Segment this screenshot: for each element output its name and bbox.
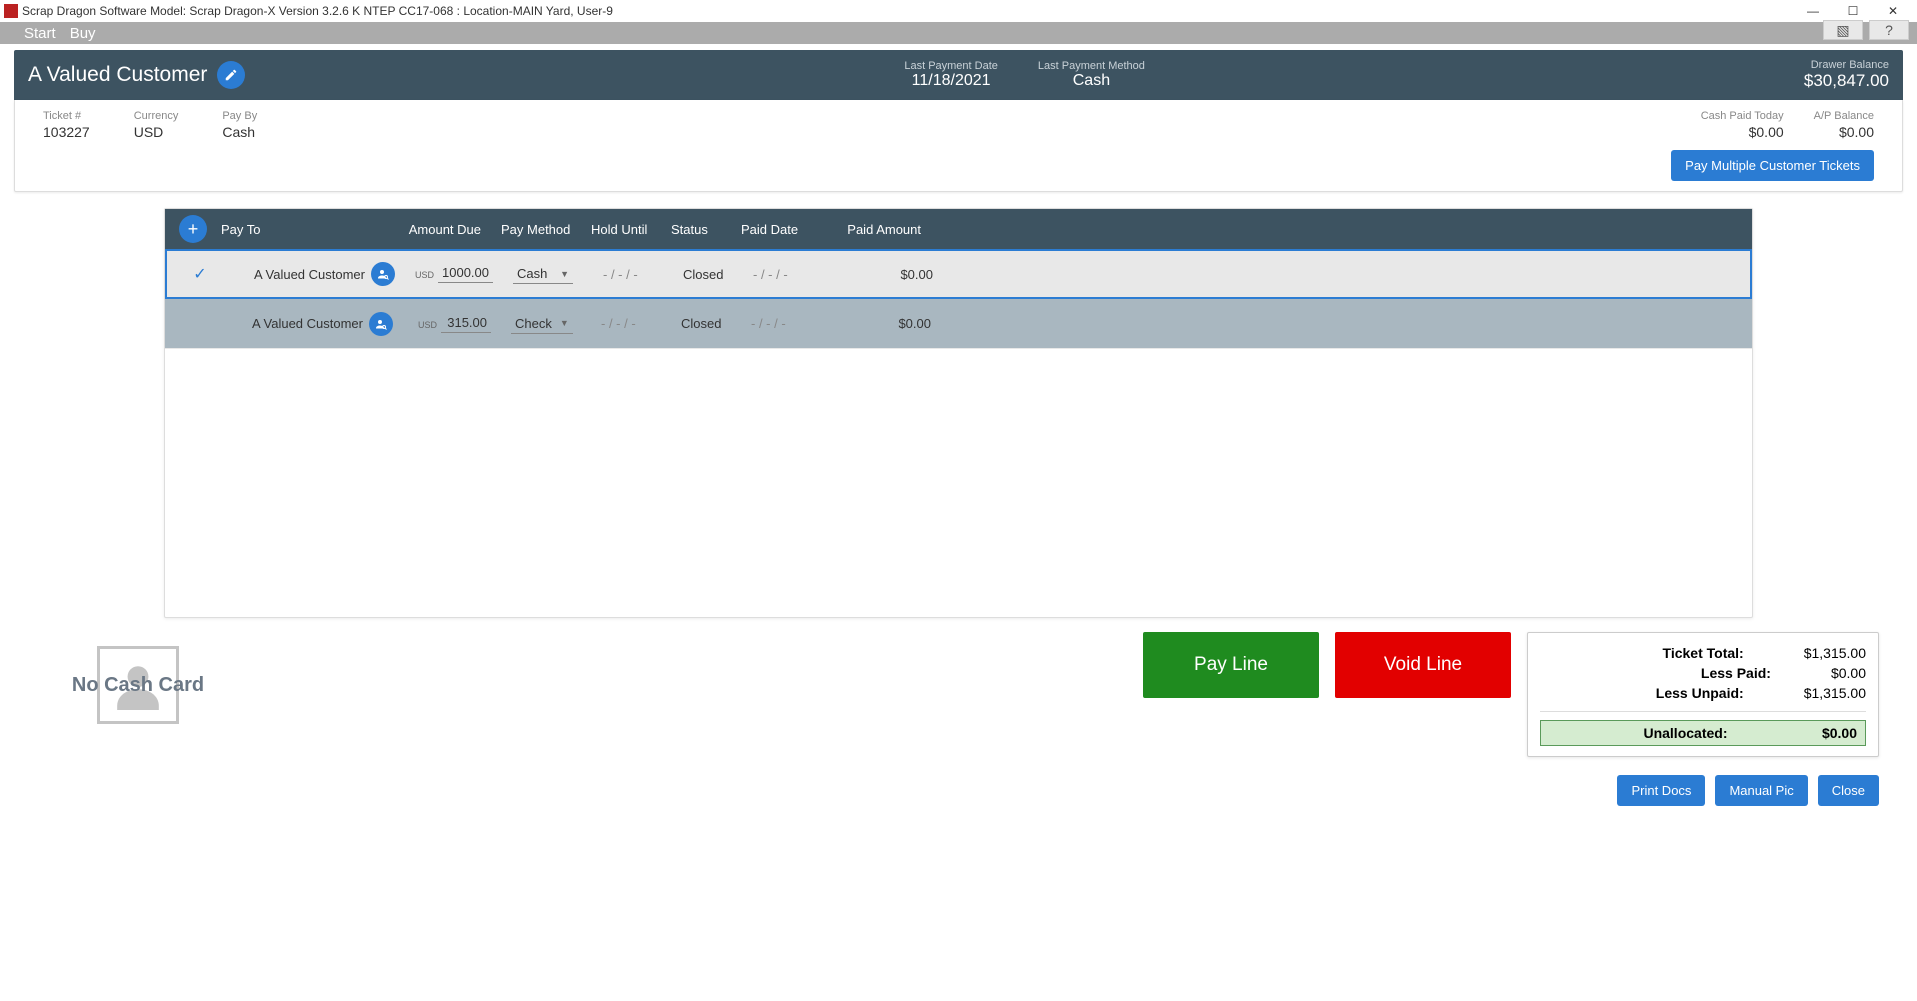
unallocated-label: Unallocated: — [1549, 725, 1822, 741]
ticket-total: $1,315.00 — [1804, 645, 1866, 661]
grid-row[interactable]: A Valued Customer USD 315.00 Check ▼ - /… — [165, 299, 1752, 349]
ticket-number: 103227 — [43, 124, 90, 140]
unallocated-value: $0.00 — [1822, 725, 1857, 741]
void-line-button[interactable]: Void Line — [1335, 632, 1511, 698]
add-row-button[interactable]: + — [179, 215, 207, 243]
less-paid-label: Less Paid: — [1540, 665, 1771, 681]
col-pdate: Paid Date — [741, 222, 821, 237]
help-button[interactable]: ? — [1869, 20, 1909, 40]
unallocated-row: Unallocated: $0.00 — [1540, 720, 1866, 746]
col-payto: Pay To — [221, 222, 391, 237]
maximize-button[interactable]: ☐ — [1833, 1, 1873, 21]
grid-row[interactable]: ✓ A Valued Customer USD 1000.00 Cash ▼ -… — [165, 249, 1752, 299]
no-cash-card: No Cash Card — [48, 646, 228, 726]
edit-customer-icon[interactable] — [217, 61, 245, 89]
lookup-customer-icon[interactable] — [369, 312, 393, 336]
chevron-down-icon: ▼ — [560, 269, 569, 279]
no-cash-card-label: No Cash Card — [48, 674, 228, 697]
title-bar: Scrap Dragon Software Model: Scrap Drago… — [0, 0, 1917, 22]
print-docs-button[interactable]: Print Docs — [1617, 775, 1705, 806]
row-method-select[interactable]: Check ▼ — [511, 314, 573, 334]
last-payment-date: 11/18/2021 — [904, 72, 998, 90]
grid-header: + Pay To Amount Due Pay Method Hold Unti… — [165, 209, 1752, 249]
row-method-select[interactable]: Cash ▼ — [513, 264, 573, 284]
row-paid-amount: $0.00 — [831, 316, 931, 331]
last-payment-method: Cash — [1038, 72, 1145, 90]
row-payto: A Valued Customer — [254, 267, 365, 282]
col-amount: Amount Due — [391, 222, 501, 237]
row-method-value: Check — [515, 316, 552, 331]
ap-balance: $0.00 — [1814, 124, 1874, 140]
row-method-value: Cash — [517, 266, 547, 281]
row-status: Closed — [681, 316, 751, 331]
less-unpaid-label: Less Unpaid: — [1540, 685, 1744, 701]
ticket-total-label: Ticket Total: — [1540, 645, 1744, 661]
close-window-button[interactable]: ✕ — [1873, 1, 1913, 21]
screenshot-disabled-icon[interactable]: ▧ — [1823, 20, 1863, 40]
pay-multiple-tickets-button[interactable]: Pay Multiple Customer Tickets — [1671, 150, 1874, 181]
last-payment-method-label: Last Payment Method — [1038, 60, 1145, 72]
row-paid-date: - / - / - — [751, 316, 831, 331]
app-icon — [4, 4, 18, 18]
row-paid-amount: $0.00 — [833, 267, 933, 282]
menu-bar: Start Buy ▧ ? — [0, 22, 1917, 44]
currency-label: Currency — [134, 110, 179, 122]
currency-value: USD — [134, 124, 179, 140]
less-unpaid: $1,315.00 — [1804, 685, 1866, 701]
row-currency: USD — [418, 320, 437, 330]
payby-label: Pay By — [222, 110, 257, 122]
ap-balance-label: A/P Balance — [1814, 110, 1874, 122]
menu-start[interactable]: Start — [24, 25, 56, 42]
totals-panel: Ticket Total: $1,315.00 Less Paid: $0.00 L… — [1527, 632, 1879, 757]
close-button[interactable]: Close — [1818, 775, 1879, 806]
col-status: Status — [671, 222, 741, 237]
minimize-button[interactable]: — — [1793, 1, 1833, 21]
row-hold: - / - / - — [603, 267, 683, 282]
payby-value: Cash — [222, 124, 257, 140]
less-paid: $0.00 — [1831, 665, 1866, 681]
customer-header: A Valued Customer Last Payment Date 11/1… — [14, 50, 1903, 100]
drawer-balance: $30,847.00 — [1804, 71, 1889, 91]
col-hold: Hold Until — [591, 222, 671, 237]
lookup-customer-icon[interactable] — [371, 262, 395, 286]
row-amount-input[interactable]: 1000.00 — [438, 265, 493, 283]
row-currency: USD — [415, 270, 434, 280]
col-pamt: Paid Amount — [821, 222, 921, 237]
row-selected-check-icon: ✓ — [167, 264, 233, 284]
cash-paid-today: $0.00 — [1701, 124, 1784, 140]
row-payto: A Valued Customer — [252, 316, 363, 331]
pay-line-button[interactable]: Pay Line — [1143, 632, 1319, 698]
drawer-balance-label: Drawer Balance — [1804, 59, 1889, 71]
row-amount-input[interactable]: 315.00 — [441, 315, 491, 333]
customer-name: A Valued Customer — [28, 63, 207, 87]
row-paid-date: - / - / - — [753, 267, 833, 282]
menu-buy[interactable]: Buy — [70, 25, 96, 42]
col-method: Pay Method — [501, 222, 591, 237]
last-payment-date-label: Last Payment Date — [904, 60, 998, 72]
row-status: Closed — [683, 267, 753, 282]
chevron-down-icon: ▼ — [560, 318, 569, 328]
cash-paid-today-label: Cash Paid Today — [1701, 110, 1784, 122]
window-title: Scrap Dragon Software Model: Scrap Drago… — [22, 4, 613, 18]
manual-pic-button[interactable]: Manual Pic — [1715, 775, 1807, 806]
ticket-number-label: Ticket # — [43, 110, 90, 122]
payment-grid: + Pay To Amount Due Pay Method Hold Unti… — [164, 208, 1753, 618]
row-hold: - / - / - — [601, 316, 681, 331]
ticket-info-bar: Ticket # 103227 Currency USD Pay By Cash… — [14, 100, 1903, 192]
